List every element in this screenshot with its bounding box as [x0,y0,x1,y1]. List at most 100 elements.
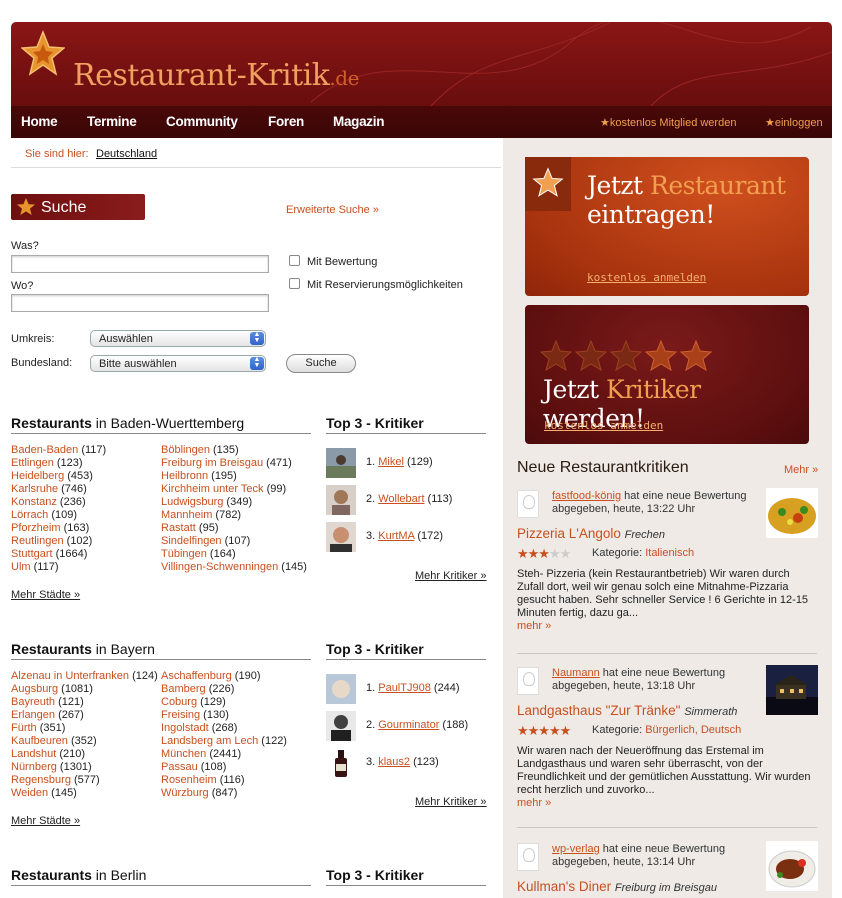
review-more-link[interactable]: mehr » [517,620,551,632]
restaurant-signup-banner[interactable]: Jetzt Restaurant eintragen! kostenlos anm… [525,157,809,296]
city-item[interactable]: Baden-Baden (117) [11,444,106,457]
search-button[interactable]: Suche [286,354,356,373]
city-link[interactable]: Heilbronn [161,470,208,482]
city-item[interactable]: Mannheim (782) [161,509,307,522]
city-link[interactable]: Fürth [11,722,37,734]
city-link[interactable]: Landsberg am Lech [161,735,258,747]
bewertung-checkbox[interactable] [289,255,300,266]
city-link[interactable]: Konstanz [11,496,57,508]
city-item[interactable]: Nürnberg (1301) [11,761,158,774]
city-item[interactable]: Regensburg (577) [11,774,158,787]
city-item[interactable]: Bamberg (226) [161,683,287,696]
more-cities-link[interactable]: Mehr Städte » [11,815,80,827]
user-avatar-icon[interactable] [517,843,539,871]
kritiker-link[interactable]: PaulTJ908 [378,682,431,694]
city-link[interactable]: Ludwigsburg [161,496,223,508]
nav-foren[interactable]: Foren [268,114,304,129]
kritiker-row[interactable]: 1. PaulTJ908 (244) [326,674,486,704]
city-item[interactable]: Bayreuth (121) [11,696,158,709]
city-link[interactable]: Baden-Baden [11,444,78,456]
city-item[interactable]: Passau (108) [161,761,287,774]
city-item[interactable]: Heilbronn (195) [161,470,307,483]
city-item[interactable]: Heidelberg (453) [11,470,106,483]
kritiker-photo[interactable] [326,522,356,552]
city-link[interactable]: Heidelberg [11,470,64,482]
city-item[interactable]: Alzenau in Unterfranken (124) [11,670,158,683]
kritiker-photo[interactable] [326,448,356,478]
city-link[interactable]: Bayreuth [11,696,55,708]
city-item[interactable]: Fürth (351) [11,722,158,735]
city-item[interactable]: Rosenheim (116) [161,774,287,787]
review-more-link[interactable]: mehr » [517,797,551,809]
umkreis-select[interactable]: Auswählen ▲ ▼ [90,330,266,347]
city-link[interactable]: Würzburg [161,787,209,799]
city-link[interactable]: Regensburg [11,774,71,786]
city-link[interactable]: Weiden [11,787,48,799]
category-link[interactable]: Bürgerlich, Deutsch [645,724,741,736]
category-link[interactable]: Italienisch [645,547,694,559]
city-link[interactable]: Freiburg im Breisgau [161,457,263,469]
food-photo[interactable] [766,841,818,891]
city-item[interactable]: Ettlingen (123) [11,457,106,470]
city-link[interactable]: Erlangen [11,709,55,721]
city-item[interactable]: Aschaffenburg (190) [161,670,287,683]
reservierung-checkbox[interactable] [289,278,300,289]
city-link[interactable]: Aschaffenburg [161,670,232,682]
city-item[interactable]: Landshut (210) [11,748,158,761]
city-item[interactable]: Ingolstadt (268) [161,722,287,735]
city-link[interactable]: Tübingen [161,548,207,560]
kritiker-link[interactable]: Wollebart [378,493,424,505]
city-link[interactable]: Ettlingen [11,457,54,469]
restaurant-photo[interactable] [766,665,818,715]
city-link[interactable]: Pforzheim [11,522,61,534]
city-item[interactable]: Kirchheim unter Teck (99) [161,483,307,496]
city-link[interactable]: Ulm [11,561,31,573]
more-kritiker-link[interactable]: Mehr Kritiker » [415,796,487,808]
nav-magazin[interactable]: Magazin [333,114,384,129]
kritiker-link[interactable]: KurtMA [378,530,414,542]
kritiker-row[interactable]: 2. Wollebart (113) [326,485,486,515]
logo-text[interactable]: Restaurant-Kritik.de [73,58,359,93]
city-link[interactable]: Stuttgart [11,548,53,560]
city-link[interactable]: München [161,748,206,760]
city-item[interactable]: Rastatt (95) [161,522,307,535]
nav-termine[interactable]: Termine [87,114,137,129]
kritiker-photo[interactable] [326,485,356,515]
kritiker-photo[interactable] [326,711,356,741]
nav-member-link[interactable]: ★kostenlos Mitglied werden [600,116,736,129]
nav-home[interactable]: Home [21,114,58,129]
city-item[interactable]: Würzburg (847) [161,787,287,800]
city-link[interactable]: Mannheim [161,509,212,521]
logo-star-icon[interactable] [21,30,65,78]
user-link[interactable]: Naumann [552,667,600,679]
city-item[interactable]: Ulm (117) [11,561,106,574]
city-link[interactable]: Lörrach [11,509,48,521]
kritiker-row[interactable]: 1. Mikel (129) [326,448,486,478]
city-item[interactable]: Weiden (145) [11,787,158,800]
city-link[interactable]: Karlsruhe [11,483,58,495]
city-link[interactable]: Passau [161,761,198,773]
city-link[interactable]: Landshut [11,748,56,760]
city-item[interactable]: Ludwigsburg (349) [161,496,307,509]
was-input[interactable] [11,255,269,273]
city-link[interactable]: Sindelfingen [161,535,222,547]
city-link[interactable]: Freising [161,709,200,721]
city-item[interactable]: Freiburg im Breisgau (471) [161,457,307,470]
city-link[interactable]: Rosenheim [161,774,217,786]
city-link[interactable]: Bamberg [161,683,206,695]
city-item[interactable]: Reutlingen (102) [11,535,106,548]
city-link[interactable]: Rastatt [161,522,196,534]
kritiker-row[interactable]: 2. Gourminator (188) [326,711,486,741]
user-link[interactable]: fastfood-könig [552,490,621,502]
city-link[interactable]: Coburg [161,696,197,708]
more-cities-link[interactable]: Mehr Städte » [11,589,80,601]
city-link[interactable]: Alzenau in Unterfranken [11,670,129,682]
city-link[interactable]: Villingen-Schwenningen [161,561,278,573]
user-avatar-icon[interactable] [517,667,539,695]
kritiker-link[interactable]: Gourminator [378,719,439,731]
city-item[interactable]: Lörrach (109) [11,509,106,522]
city-item[interactable]: Böblingen (135) [161,444,307,457]
kritiker-photo[interactable] [326,674,356,704]
nav-community[interactable]: Community [166,114,238,129]
restaurant-name[interactable]: Pizzeria L'Angolo Frechen [517,526,665,541]
